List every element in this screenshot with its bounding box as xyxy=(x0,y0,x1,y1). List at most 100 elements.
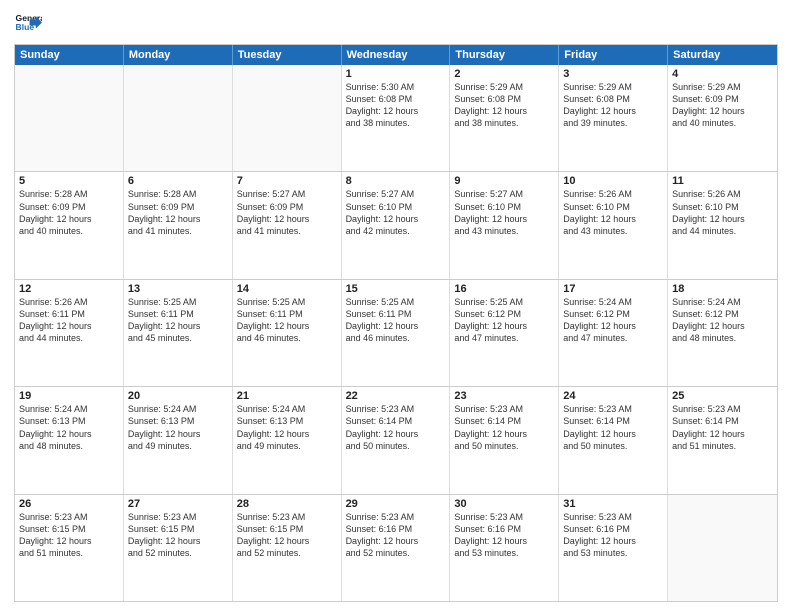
day-number: 5 xyxy=(19,175,119,187)
day-info: Sunrise: 5:26 AMSunset: 6:10 PMDaylight:… xyxy=(563,188,663,237)
day-info: Sunrise: 5:23 AMSunset: 6:16 PMDaylight:… xyxy=(346,511,446,560)
day-number: 22 xyxy=(346,390,446,402)
day-info: Sunrise: 5:23 AMSunset: 6:16 PMDaylight:… xyxy=(563,511,663,560)
day-cell-7: 7Sunrise: 5:27 AMSunset: 6:09 PMDaylight… xyxy=(233,172,342,278)
day-number: 15 xyxy=(346,283,446,295)
day-number: 3 xyxy=(563,68,663,80)
day-number: 17 xyxy=(563,283,663,295)
day-number: 27 xyxy=(128,498,228,510)
day-number: 2 xyxy=(454,68,554,80)
day-cell-26: 26Sunrise: 5:23 AMSunset: 6:15 PMDayligh… xyxy=(15,495,124,601)
day-cell-17: 17Sunrise: 5:24 AMSunset: 6:12 PMDayligh… xyxy=(559,280,668,386)
day-number: 11 xyxy=(672,175,773,187)
day-number: 28 xyxy=(237,498,337,510)
day-info: Sunrise: 5:30 AMSunset: 6:08 PMDaylight:… xyxy=(346,81,446,130)
day-cell-10: 10Sunrise: 5:26 AMSunset: 6:10 PMDayligh… xyxy=(559,172,668,278)
header-day-wednesday: Wednesday xyxy=(342,45,451,65)
day-info: Sunrise: 5:23 AMSunset: 6:14 PMDaylight:… xyxy=(563,403,663,452)
day-info: Sunrise: 5:25 AMSunset: 6:11 PMDaylight:… xyxy=(346,296,446,345)
day-number: 7 xyxy=(237,175,337,187)
day-cell-15: 15Sunrise: 5:25 AMSunset: 6:11 PMDayligh… xyxy=(342,280,451,386)
day-info: Sunrise: 5:23 AMSunset: 6:16 PMDaylight:… xyxy=(454,511,554,560)
empty-cell xyxy=(124,65,233,171)
day-cell-12: 12Sunrise: 5:26 AMSunset: 6:11 PMDayligh… xyxy=(15,280,124,386)
week-row-4: 26Sunrise: 5:23 AMSunset: 6:15 PMDayligh… xyxy=(15,494,777,601)
day-cell-29: 29Sunrise: 5:23 AMSunset: 6:16 PMDayligh… xyxy=(342,495,451,601)
calendar: SundayMondayTuesdayWednesdayThursdayFrid… xyxy=(14,44,778,602)
day-cell-9: 9Sunrise: 5:27 AMSunset: 6:10 PMDaylight… xyxy=(450,172,559,278)
day-info: Sunrise: 5:29 AMSunset: 6:08 PMDaylight:… xyxy=(454,81,554,130)
header-day-friday: Friday xyxy=(559,45,668,65)
day-cell-3: 3Sunrise: 5:29 AMSunset: 6:08 PMDaylight… xyxy=(559,65,668,171)
day-number: 16 xyxy=(454,283,554,295)
day-number: 8 xyxy=(346,175,446,187)
day-cell-19: 19Sunrise: 5:24 AMSunset: 6:13 PMDayligh… xyxy=(15,387,124,493)
day-cell-28: 28Sunrise: 5:23 AMSunset: 6:15 PMDayligh… xyxy=(233,495,342,601)
day-cell-18: 18Sunrise: 5:24 AMSunset: 6:12 PMDayligh… xyxy=(668,280,777,386)
logo-icon: General Blue xyxy=(14,10,42,38)
header-day-sunday: Sunday xyxy=(15,45,124,65)
day-info: Sunrise: 5:23 AMSunset: 6:14 PMDaylight:… xyxy=(454,403,554,452)
day-cell-8: 8Sunrise: 5:27 AMSunset: 6:10 PMDaylight… xyxy=(342,172,451,278)
day-info: Sunrise: 5:23 AMSunset: 6:15 PMDaylight:… xyxy=(128,511,228,560)
day-info: Sunrise: 5:27 AMSunset: 6:09 PMDaylight:… xyxy=(237,188,337,237)
empty-cell xyxy=(15,65,124,171)
day-info: Sunrise: 5:25 AMSunset: 6:12 PMDaylight:… xyxy=(454,296,554,345)
day-info: Sunrise: 5:23 AMSunset: 6:14 PMDaylight:… xyxy=(346,403,446,452)
day-cell-22: 22Sunrise: 5:23 AMSunset: 6:14 PMDayligh… xyxy=(342,387,451,493)
day-cell-30: 30Sunrise: 5:23 AMSunset: 6:16 PMDayligh… xyxy=(450,495,559,601)
day-info: Sunrise: 5:29 AMSunset: 6:09 PMDaylight:… xyxy=(672,81,773,130)
day-info: Sunrise: 5:24 AMSunset: 6:12 PMDaylight:… xyxy=(563,296,663,345)
day-cell-5: 5Sunrise: 5:28 AMSunset: 6:09 PMDaylight… xyxy=(15,172,124,278)
day-info: Sunrise: 5:24 AMSunset: 6:12 PMDaylight:… xyxy=(672,296,773,345)
day-number: 13 xyxy=(128,283,228,295)
day-number: 1 xyxy=(346,68,446,80)
day-info: Sunrise: 5:28 AMSunset: 6:09 PMDaylight:… xyxy=(19,188,119,237)
day-cell-21: 21Sunrise: 5:24 AMSunset: 6:13 PMDayligh… xyxy=(233,387,342,493)
day-cell-2: 2Sunrise: 5:29 AMSunset: 6:08 PMDaylight… xyxy=(450,65,559,171)
week-row-2: 12Sunrise: 5:26 AMSunset: 6:11 PMDayligh… xyxy=(15,279,777,386)
day-number: 23 xyxy=(454,390,554,402)
day-info: Sunrise: 5:23 AMSunset: 6:14 PMDaylight:… xyxy=(672,403,773,452)
day-cell-20: 20Sunrise: 5:24 AMSunset: 6:13 PMDayligh… xyxy=(124,387,233,493)
day-number: 26 xyxy=(19,498,119,510)
day-number: 29 xyxy=(346,498,446,510)
day-number: 20 xyxy=(128,390,228,402)
day-cell-13: 13Sunrise: 5:25 AMSunset: 6:11 PMDayligh… xyxy=(124,280,233,386)
day-cell-31: 31Sunrise: 5:23 AMSunset: 6:16 PMDayligh… xyxy=(559,495,668,601)
calendar-body: 1Sunrise: 5:30 AMSunset: 6:08 PMDaylight… xyxy=(15,65,777,601)
day-info: Sunrise: 5:29 AMSunset: 6:08 PMDaylight:… xyxy=(563,81,663,130)
header: General Blue xyxy=(14,10,778,38)
day-number: 9 xyxy=(454,175,554,187)
empty-cell xyxy=(233,65,342,171)
day-info: Sunrise: 5:24 AMSunset: 6:13 PMDaylight:… xyxy=(128,403,228,452)
header-day-thursday: Thursday xyxy=(450,45,559,65)
day-info: Sunrise: 5:24 AMSunset: 6:13 PMDaylight:… xyxy=(19,403,119,452)
day-number: 14 xyxy=(237,283,337,295)
day-info: Sunrise: 5:26 AMSunset: 6:10 PMDaylight:… xyxy=(672,188,773,237)
header-day-tuesday: Tuesday xyxy=(233,45,342,65)
day-number: 21 xyxy=(237,390,337,402)
day-number: 10 xyxy=(563,175,663,187)
day-info: Sunrise: 5:24 AMSunset: 6:13 PMDaylight:… xyxy=(237,403,337,452)
day-info: Sunrise: 5:27 AMSunset: 6:10 PMDaylight:… xyxy=(454,188,554,237)
day-cell-24: 24Sunrise: 5:23 AMSunset: 6:14 PMDayligh… xyxy=(559,387,668,493)
day-info: Sunrise: 5:25 AMSunset: 6:11 PMDaylight:… xyxy=(128,296,228,345)
day-cell-27: 27Sunrise: 5:23 AMSunset: 6:15 PMDayligh… xyxy=(124,495,233,601)
day-number: 30 xyxy=(454,498,554,510)
day-info: Sunrise: 5:23 AMSunset: 6:15 PMDaylight:… xyxy=(19,511,119,560)
day-cell-4: 4Sunrise: 5:29 AMSunset: 6:09 PMDaylight… xyxy=(668,65,777,171)
day-cell-23: 23Sunrise: 5:23 AMSunset: 6:14 PMDayligh… xyxy=(450,387,559,493)
week-row-3: 19Sunrise: 5:24 AMSunset: 6:13 PMDayligh… xyxy=(15,386,777,493)
header-day-monday: Monday xyxy=(124,45,233,65)
day-info: Sunrise: 5:26 AMSunset: 6:11 PMDaylight:… xyxy=(19,296,119,345)
day-cell-6: 6Sunrise: 5:28 AMSunset: 6:09 PMDaylight… xyxy=(124,172,233,278)
day-number: 4 xyxy=(672,68,773,80)
day-cell-1: 1Sunrise: 5:30 AMSunset: 6:08 PMDaylight… xyxy=(342,65,451,171)
empty-cell xyxy=(668,495,777,601)
page: General Blue SundayMondayTuesdayWednesda… xyxy=(0,0,792,612)
week-row-0: 1Sunrise: 5:30 AMSunset: 6:08 PMDaylight… xyxy=(15,65,777,171)
header-day-saturday: Saturday xyxy=(668,45,777,65)
week-row-1: 5Sunrise: 5:28 AMSunset: 6:09 PMDaylight… xyxy=(15,171,777,278)
day-number: 12 xyxy=(19,283,119,295)
